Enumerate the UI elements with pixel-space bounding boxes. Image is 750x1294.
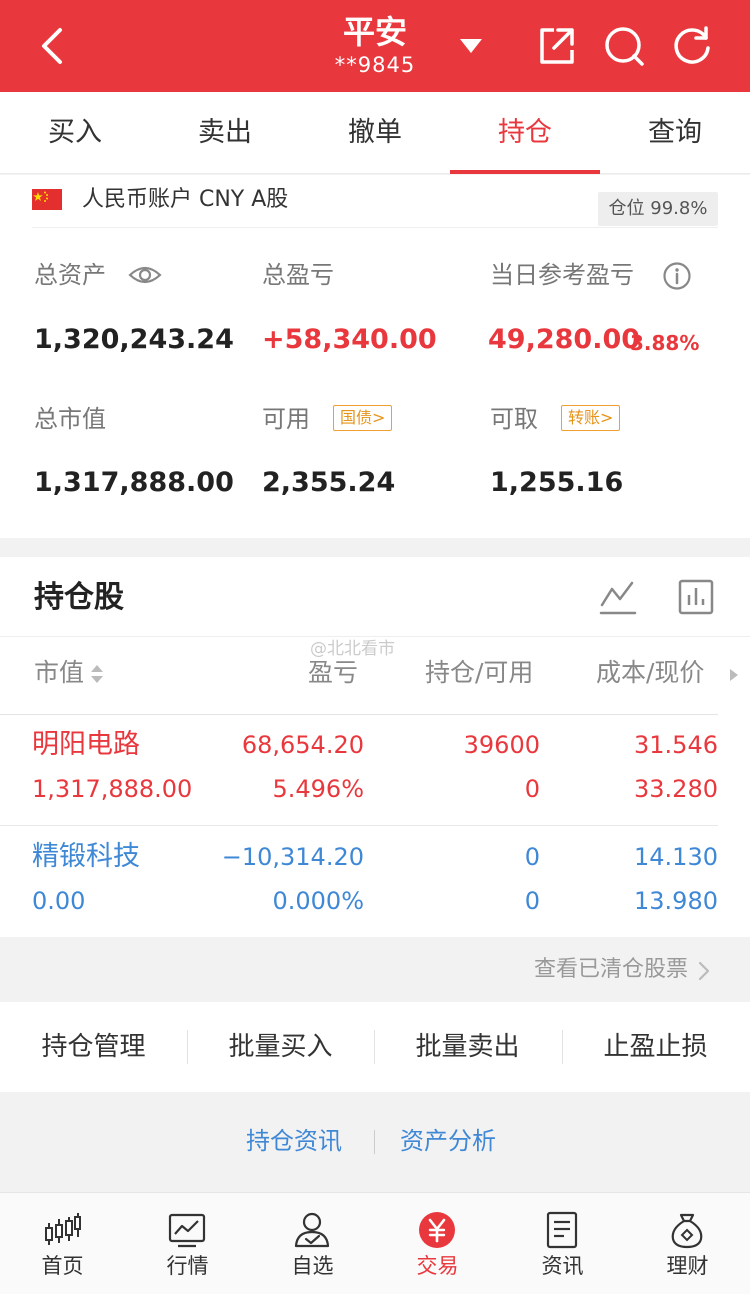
china-flag-icon <box>32 189 62 210</box>
nav-label: 行情 <box>166 1254 209 1278</box>
tab-sell[interactable]: 卖出 <box>150 92 300 174</box>
stock-name: 精锻科技 <box>32 841 140 872</box>
nav-trade[interactable]: 交易 <box>375 1193 500 1294</box>
bottom-nav: 首页 行情 自选 交易 资讯 理财 <box>0 1192 750 1294</box>
holdings-title: 持仓股 <box>34 580 124 615</box>
holding-row[interactable]: 精锻科技 0.00 −10,314.20 0.000% 0 0 14.130 1… <box>0 827 750 939</box>
tab-query[interactable]: 查询 <box>600 92 750 174</box>
holding-actions: 持仓管理 批量买入 批量卖出 止盈止损 <box>0 1002 750 1092</box>
nav-label: 交易 <box>416 1254 459 1278</box>
stock-pl: −10,314.20 <box>221 843 364 871</box>
app: 平安 **9845 买入 卖出 撤单 持仓 查询 人民币账户 CNY A股 仓位… <box>0 0 750 1294</box>
market-value-value: 1,317,888.00 <box>34 467 234 498</box>
money-bag-icon <box>671 1213 703 1249</box>
person-check-icon <box>294 1212 330 1248</box>
tab-cancel[interactable]: 撤单 <box>300 92 450 174</box>
stock-name: 明阳电路 <box>32 729 140 760</box>
stock-available: 0 <box>524 887 540 915</box>
account-name: 人民币账户 CNY A股 <box>82 187 289 212</box>
stop-profit-loss-button[interactable]: 止盈止损 <box>562 1002 749 1092</box>
nav-label: 自选 <box>291 1254 334 1278</box>
nav-label: 资讯 <box>541 1254 584 1278</box>
search-icon[interactable] <box>602 24 646 68</box>
total-assets-label: 总资产 <box>34 261 106 289</box>
stock-available: 0 <box>524 775 540 803</box>
back-arrow-icon[interactable] <box>34 26 74 66</box>
stock-cost: 31.546 <box>634 731 718 759</box>
stock-pl-percent: 0.000% <box>272 887 364 915</box>
bar-chart-icon[interactable] <box>676 577 716 617</box>
nav-home[interactable]: 首页 <box>0 1193 125 1294</box>
position-management-button[interactable]: 持仓管理 <box>0 1002 187 1092</box>
tab-holdings[interactable]: 持仓 <box>450 92 600 174</box>
cleared-stocks-label: 查看已清仓股票 <box>533 957 688 982</box>
stock-market-value: 1,317,888.00 <box>32 775 193 803</box>
account-switcher[interactable]: 平安 **9845 <box>300 12 450 78</box>
asset-analysis-link[interactable]: 资产分析 <box>400 1124 496 1158</box>
top-bar: 平安 **9845 <box>0 0 750 92</box>
nav-news[interactable]: 资讯 <box>500 1193 625 1294</box>
withdrawable-label: 可取 <box>490 405 538 433</box>
chevron-right-icon <box>698 961 710 981</box>
nav-label: 首页 <box>41 1254 84 1278</box>
document-icon <box>546 1211 578 1249</box>
day-pl-label: 当日参考盈亏 <box>490 261 634 289</box>
day-pl-percent: 3.88% <box>630 331 700 355</box>
stock-price: 13.980 <box>634 887 718 915</box>
market-value-label: 总市值 <box>34 405 106 433</box>
divider <box>0 825 718 826</box>
divider <box>32 227 718 228</box>
tab-buy[interactable]: 买入 <box>0 92 150 174</box>
chart-icon <box>168 1213 206 1248</box>
stock-pl: 68,654.20 <box>241 731 364 759</box>
day-pl-value: 49,280.00 <box>488 324 641 355</box>
total-pl-value: +58,340.00 <box>262 324 437 355</box>
batch-buy-button[interactable]: 批量买入 <box>187 1002 374 1092</box>
nav-watchlist[interactable]: 自选 <box>250 1193 375 1294</box>
share-icon[interactable] <box>534 24 578 68</box>
nav-label: 理财 <box>666 1254 709 1278</box>
available-value: 2,355.24 <box>262 467 396 498</box>
info-icon[interactable] <box>662 261 692 291</box>
holding-news-link[interactable]: 持仓资讯 <box>246 1124 342 1158</box>
yuan-icon <box>419 1212 455 1248</box>
caret-down-icon[interactable] <box>458 36 484 56</box>
stock-pl-percent: 5.496% <box>272 775 364 803</box>
batch-sell-button[interactable]: 批量卖出 <box>374 1002 561 1092</box>
divider <box>374 1130 375 1154</box>
eye-icon[interactable] <box>128 263 162 287</box>
transfer-tag[interactable]: 转账> <box>561 405 621 431</box>
position-ratio-badge: 仓位 99.8% <box>598 192 718 226</box>
account-summary: 人民币账户 CNY A股 仓位 99.8% 总资产 1,320,243.24 总… <box>0 175 750 538</box>
stock-cost: 14.130 <box>634 843 718 871</box>
account-number: **9845 <box>334 53 416 77</box>
sort-icon[interactable] <box>90 663 104 685</box>
candlestick-icon <box>45 1213 81 1245</box>
total-pl-label: 总盈亏 <box>262 261 334 289</box>
nav-wealth[interactable]: 理财 <box>625 1193 750 1294</box>
stock-position: 39600 <box>463 731 540 759</box>
broker-title: 平安 <box>342 13 407 51</box>
column-position-available: 持仓/可用 <box>425 658 534 687</box>
nav-market[interactable]: 行情 <box>125 1193 250 1294</box>
info-links: 持仓资讯 资产分析 <box>0 1092 750 1192</box>
trade-tabs: 买入 卖出 撤单 持仓 查询 <box>0 92 750 174</box>
cleared-stocks-link[interactable]: 查看已清仓股票 <box>0 937 750 1002</box>
withdrawable-value: 1,255.16 <box>490 467 624 498</box>
column-cost-price: 成本/现价 <box>596 658 705 687</box>
treasury-bond-tag[interactable]: 国债> <box>333 405 393 431</box>
holding-row[interactable]: 明阳电路 1,317,888.00 68,654.20 5.496% 39600… <box>0 715 750 827</box>
holdings-section: 持仓股 @北北看市 市值 盈亏 持仓/可用 成本/现价 明阳电路 1,317,8… <box>0 557 750 937</box>
line-chart-icon[interactable] <box>598 577 638 617</box>
refresh-icon[interactable] <box>670 24 714 68</box>
column-pl: 盈亏 <box>308 658 359 687</box>
stock-market-value: 0.00 <box>32 887 86 915</box>
triangle-right-icon[interactable] <box>728 667 740 683</box>
column-market-value[interactable]: 市值 <box>34 655 84 691</box>
total-assets-value: 1,320,243.24 <box>34 324 234 355</box>
stock-price: 33.280 <box>634 775 718 803</box>
available-label: 可用 <box>262 405 310 433</box>
stock-position: 0 <box>524 843 540 871</box>
